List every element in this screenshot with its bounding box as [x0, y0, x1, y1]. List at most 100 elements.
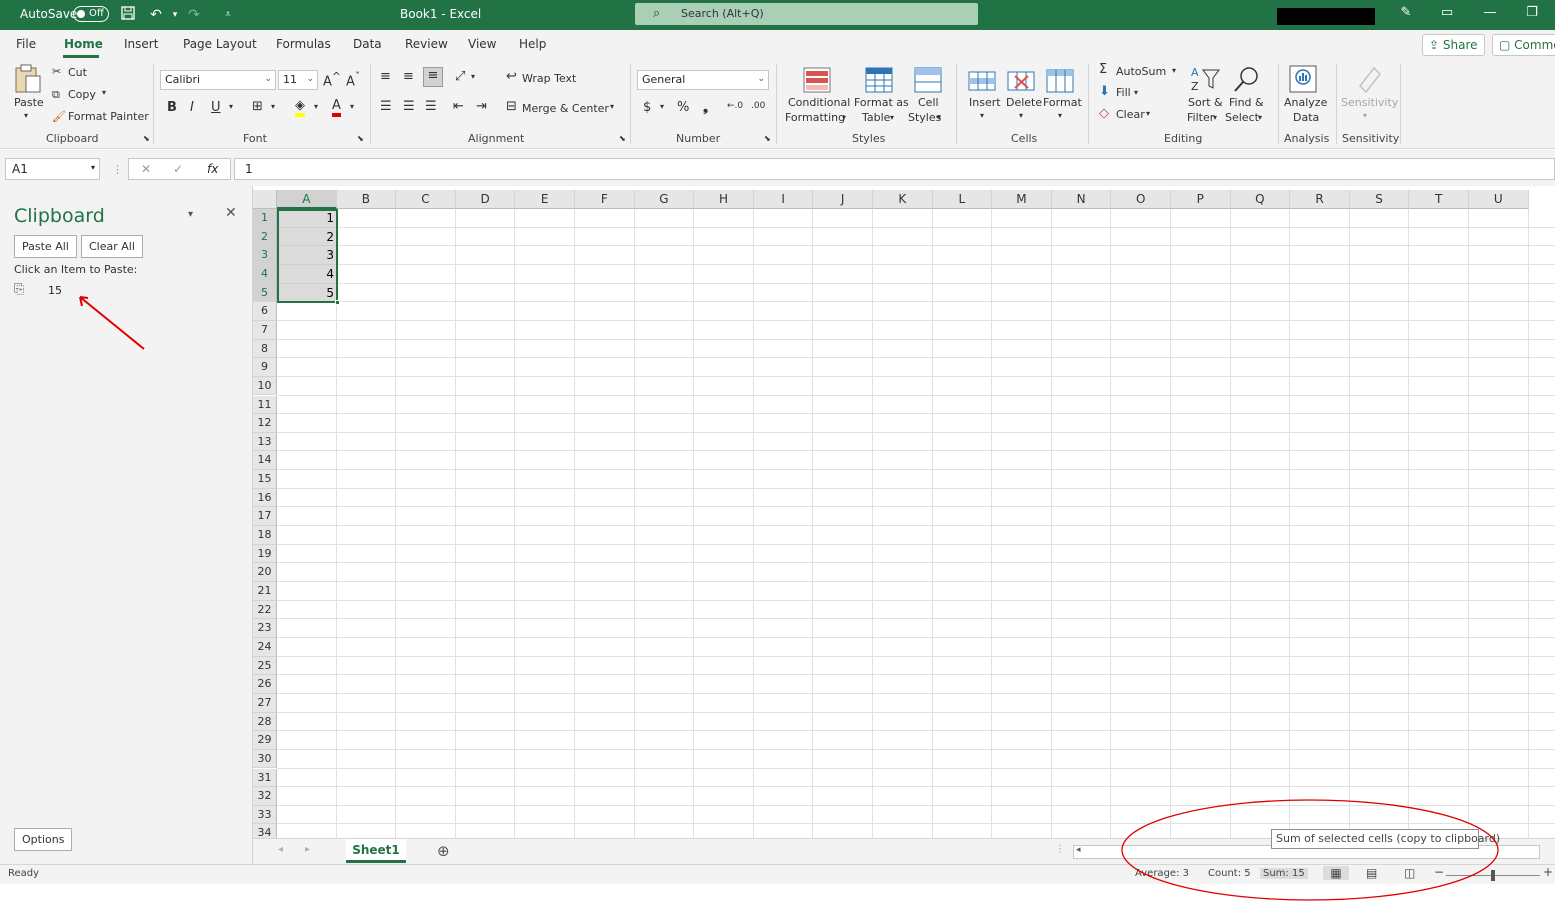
format-as-table-label-1[interactable]: Format as — [854, 96, 909, 109]
tab-insert[interactable]: Insert — [124, 37, 158, 51]
share-button[interactable]: ⇪ Share — [1422, 34, 1485, 56]
cf-dropdown-icon[interactable]: ▾ — [842, 113, 846, 122]
align-top-icon[interactable]: ≡ — [380, 69, 391, 84]
analyze-data-label-1[interactable]: Analyze — [1284, 96, 1327, 109]
column-header[interactable]: H — [694, 190, 754, 209]
clipboard-item[interactable]: ⎘ 15 — [12, 281, 242, 301]
options-button[interactable]: Options — [14, 828, 73, 851]
underline-icon[interactable]: U — [211, 100, 221, 115]
status-average[interactable]: Average: 3 — [1135, 868, 1189, 879]
currency-dropdown-icon[interactable]: ▾ — [660, 102, 664, 111]
delete-cells-icon[interactable] — [1006, 66, 1038, 96]
orientation-dropdown-icon[interactable]: ▾ — [471, 72, 475, 81]
align-bottom-icon[interactable]: ≡ — [423, 67, 443, 87]
cut-button[interactable]: Cut — [68, 66, 87, 79]
zoom-in-icon[interactable]: + — [1543, 865, 1553, 879]
find-select-icon[interactable] — [1231, 64, 1263, 94]
column-header[interactable]: S — [1349, 190, 1410, 209]
row-header[interactable]: 28 — [253, 712, 277, 732]
cancel-icon[interactable]: ✕ — [141, 162, 151, 176]
analyze-data-label-2[interactable]: Data — [1293, 111, 1319, 124]
insert-cells-icon[interactable] — [967, 66, 999, 96]
pen-icon[interactable]: ✎ — [1396, 5, 1416, 23]
sort-filter-label-1[interactable]: Sort & — [1188, 96, 1223, 109]
fill-color-icon[interactable]: ◈ — [295, 98, 305, 117]
find-select-label-1[interactable]: Find & — [1229, 96, 1264, 109]
row-header[interactable]: 9 — [253, 358, 277, 377]
column-header[interactable]: M — [992, 190, 1052, 209]
worksheet-grid[interactable]: A B C D E F G H I J K L M N O P Q R S T U 1 2 3 4 5 6 7 8 9 10 11 12 13 14… — [253, 190, 1555, 838]
column-header[interactable]: T — [1409, 190, 1469, 209]
row-header[interactable]: 19 — [253, 544, 277, 564]
align-right-icon[interactable]: ☰ — [425, 99, 437, 114]
prev-sheet-icon[interactable]: ◂ — [278, 844, 283, 855]
merge-dropdown-icon[interactable]: ▾ — [610, 102, 614, 111]
increase-indent-icon[interactable]: ⇥ — [476, 99, 487, 114]
tab-help[interactable]: Help — [519, 37, 546, 51]
merge-center-button[interactable]: Merge & Center — [522, 102, 609, 115]
row-header[interactable]: 24 — [253, 637, 277, 657]
row-header[interactable]: 7 — [253, 320, 277, 340]
redo-icon[interactable]: ↷ — [184, 5, 204, 25]
column-header[interactable]: R — [1290, 190, 1350, 209]
row-header[interactable]: 29 — [253, 731, 277, 750]
row-header[interactable]: 5 — [253, 283, 277, 303]
cell-styles-label-1[interactable]: Cell — [918, 96, 939, 109]
format-dropdown-icon[interactable]: ▾ — [1058, 111, 1062, 120]
sort-dropdown-icon[interactable]: ▾ — [1213, 113, 1217, 122]
increase-font-icon[interactable]: A^ — [323, 70, 341, 89]
row-header[interactable]: 12 — [253, 414, 277, 433]
row-header[interactable]: 22 — [253, 600, 277, 620]
analyze-data-icon[interactable] — [1288, 64, 1320, 94]
fill-color-dropdown-icon[interactable]: ▾ — [314, 102, 318, 111]
sheet-tab-sheet1[interactable]: Sheet1 — [346, 839, 406, 863]
tab-data[interactable]: Data — [353, 37, 382, 51]
cs-dropdown-icon[interactable]: ▾ — [937, 113, 941, 122]
decrease-decimal-icon[interactable]: .00 — [751, 101, 765, 111]
column-header[interactable]: O — [1111, 190, 1171, 209]
tab-home[interactable]: Home — [64, 37, 103, 51]
row-header[interactable]: 30 — [253, 749, 277, 769]
tab-page-layout[interactable]: Page Layout — [183, 37, 257, 51]
font-size-combo[interactable]: 11 ⌄ — [278, 70, 318, 90]
row-header[interactable]: 34 — [253, 824, 277, 838]
comments-button[interactable]: ▢ Comme — [1492, 34, 1555, 56]
row-header[interactable]: 18 — [253, 526, 277, 545]
row-header[interactable]: 13 — [253, 432, 277, 452]
name-box-dropdown-icon[interactable]: ▾ — [91, 163, 95, 172]
wrap-text-icon[interactable]: ↩ — [506, 69, 517, 84]
alignment-launcher-icon[interactable]: ⬊ — [619, 134, 626, 143]
merge-center-icon[interactable]: ⊟ — [506, 99, 517, 114]
scroll-splitter-icon[interactable]: ⋮ — [1055, 844, 1065, 855]
cut-icon[interactable]: ✂ — [52, 65, 61, 78]
row-header[interactable]: 8 — [253, 339, 277, 359]
restore-icon[interactable]: ❐ — [1522, 5, 1542, 23]
row-header[interactable]: 27 — [253, 693, 277, 713]
row-header[interactable]: 21 — [253, 582, 277, 601]
tab-view[interactable]: View — [468, 37, 496, 51]
formula-input[interactable]: 1 — [234, 158, 1555, 180]
row-header[interactable]: 1 — [253, 209, 277, 228]
page-break-view-icon[interactable]: ◫ — [1404, 866, 1415, 880]
clear-button[interactable]: Clear — [1116, 108, 1145, 121]
row-header[interactable]: 26 — [253, 675, 277, 694]
fill-icon[interactable]: ⬇ — [1099, 84, 1110, 99]
font-color-dropdown-icon[interactable]: ▾ — [350, 102, 354, 111]
column-header[interactable]: L — [932, 190, 993, 209]
conditional-formatting-icon[interactable] — [802, 66, 834, 96]
autosum-icon[interactable]: Σ — [1099, 62, 1107, 77]
column-header[interactable]: J — [813, 190, 873, 209]
clear-dropdown-icon[interactable]: ▾ — [1146, 109, 1150, 118]
new-sheet-icon[interactable]: ⊕ — [437, 842, 450, 860]
format-painter-icon[interactable]: 🖌 — [52, 110, 66, 123]
autosave-toggle[interactable]: Off — [73, 6, 109, 22]
format-as-table-icon[interactable] — [864, 66, 896, 96]
autosum-dropdown-icon[interactable]: ▾ — [1172, 66, 1176, 75]
number-launcher-icon[interactable]: ⬊ — [764, 134, 771, 143]
row-header[interactable]: 11 — [253, 395, 277, 415]
copy-dropdown-icon[interactable]: ▾ — [102, 88, 106, 97]
row-header[interactable]: 31 — [253, 768, 277, 788]
customize-qat-icon[interactable]: ⩡ — [218, 5, 238, 25]
format-painter-button[interactable]: Format Painter — [68, 110, 149, 123]
zoom-out-icon[interactable]: − — [1434, 865, 1444, 879]
